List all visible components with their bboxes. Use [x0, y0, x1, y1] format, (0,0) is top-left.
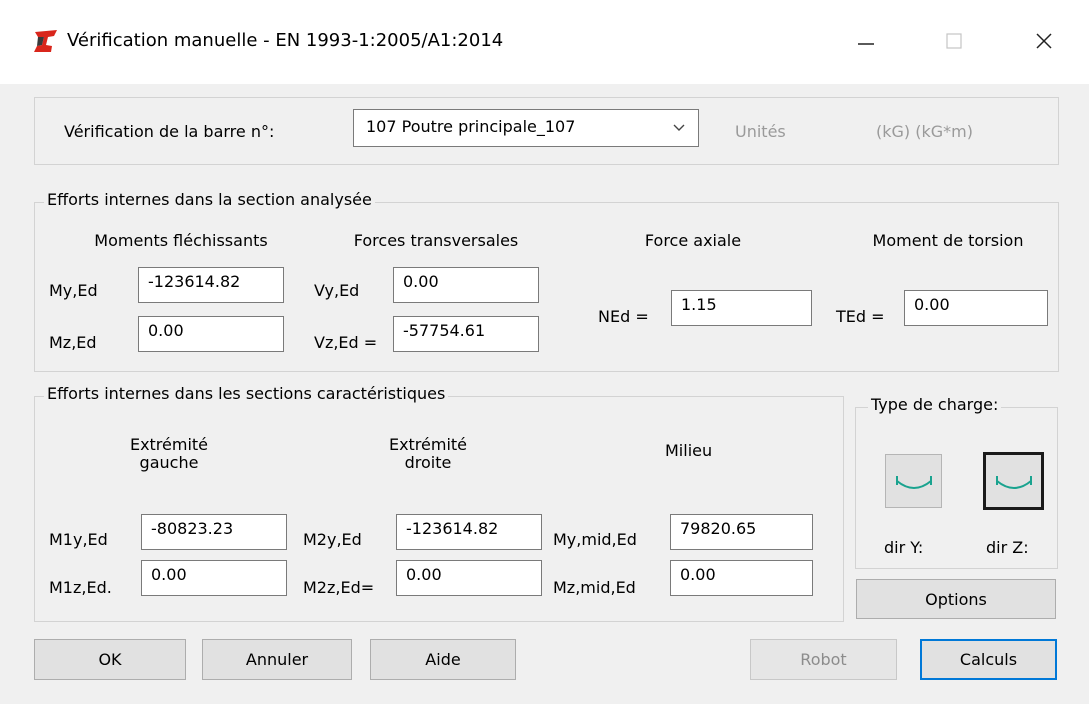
m2z-ed-label: M2z,Ed=: [303, 578, 375, 597]
minimize-button[interactable]: [842, 22, 890, 60]
robot-button: Robot: [750, 639, 897, 680]
left-end-header-line1: Extrémité: [129, 435, 209, 454]
my-mid-ed-field[interactable]: 79820.65: [670, 514, 813, 550]
load-type-group-title: Type de charge:: [868, 395, 1002, 414]
mz-ed-label: Mz,Ed: [49, 333, 97, 352]
left-end-header: Extrémité gauche: [99, 436, 239, 472]
units-label: Unités: [735, 122, 786, 141]
mz-mid-ed-label: Mz,mid,Ed: [553, 578, 636, 597]
m2y-ed-field[interactable]: -123614.82: [396, 514, 542, 550]
left-end-header-line2: gauche: [139, 453, 199, 472]
maximize-button: [930, 22, 978, 60]
m1z-ed-field[interactable]: 0.00: [141, 560, 287, 596]
right-end-header: Extrémité droite: [358, 436, 498, 472]
m2y-ed-label: M2y,Ed: [303, 530, 362, 549]
calculations-button[interactable]: Calculs: [920, 639, 1057, 680]
options-button[interactable]: Options: [856, 579, 1056, 619]
vz-ed-field[interactable]: -57754.61: [393, 316, 539, 352]
ok-button[interactable]: OK: [34, 639, 186, 680]
dir-z-label: dir Z:: [986, 538, 1029, 557]
internal-forces-group-title: Efforts internes dans la section analysé…: [44, 190, 375, 209]
robot-app-icon: [33, 29, 59, 53]
m1z-ed-label: M1z,Ed.: [49, 578, 112, 597]
mz-ed-field[interactable]: 0.00: [138, 316, 284, 352]
vz-ed-label: Vz,Ed =: [314, 333, 378, 352]
my-ed-label: My,Ed: [49, 281, 98, 300]
right-end-header-line2: droite: [404, 453, 452, 472]
close-icon: [1036, 33, 1052, 49]
bar-select-value: 107 Poutre principale_107: [366, 117, 576, 136]
window-title: Vérification manuelle - EN 1993-1:2005/A…: [67, 30, 504, 51]
m1y-ed-field[interactable]: -80823.23: [141, 514, 287, 550]
vy-ed-field[interactable]: 0.00: [393, 267, 539, 303]
chevron-down-icon: [673, 124, 685, 131]
units-value: (kG) (kG*m): [876, 122, 973, 141]
m1y-ed-label: M1y,Ed: [49, 530, 108, 549]
distributed-load-icon: [995, 476, 1032, 489]
ned-label: NEd =: [598, 307, 649, 326]
right-end-header-line1: Extrémité: [388, 435, 468, 454]
mz-mid-ed-field[interactable]: 0.00: [670, 560, 813, 596]
vy-ed-label: Vy,Ed: [314, 281, 360, 300]
my-mid-ed-label: My,mid,Ed: [553, 530, 637, 549]
ned-field[interactable]: 1.15: [671, 290, 812, 326]
bar-select-dropdown[interactable]: 107 Poutre principale_107: [353, 109, 699, 147]
axial-header: Force axiale: [644, 231, 742, 250]
distributed-load-icon: [895, 476, 932, 489]
minimize-icon: [858, 43, 874, 45]
load-dir-y-button[interactable]: [885, 454, 942, 508]
load-dir-z-button[interactable]: [983, 452, 1044, 510]
moments-header: Moments fléchissants: [94, 231, 268, 250]
ted-label: TEd =: [836, 307, 885, 326]
torsion-header: Moment de torsion: [872, 231, 1024, 250]
help-button[interactable]: Aide: [370, 639, 516, 680]
middle-header: Milieu: [665, 441, 713, 460]
dir-y-label: dir Y:: [884, 538, 924, 557]
bar-selection-label: Vérification de la barre n°:: [64, 122, 275, 141]
close-button[interactable]: [1020, 22, 1068, 60]
shear-header: Forces transversales: [353, 231, 519, 250]
m2z-ed-field[interactable]: 0.00: [396, 560, 542, 596]
maximize-icon: [946, 33, 962, 49]
ted-field[interactable]: 0.00: [904, 290, 1048, 326]
characteristic-sections-group-title: Efforts internes dans les sections carac…: [44, 384, 449, 403]
my-ed-field[interactable]: -123614.82: [138, 267, 284, 303]
cancel-button[interactable]: Annuler: [202, 639, 352, 680]
